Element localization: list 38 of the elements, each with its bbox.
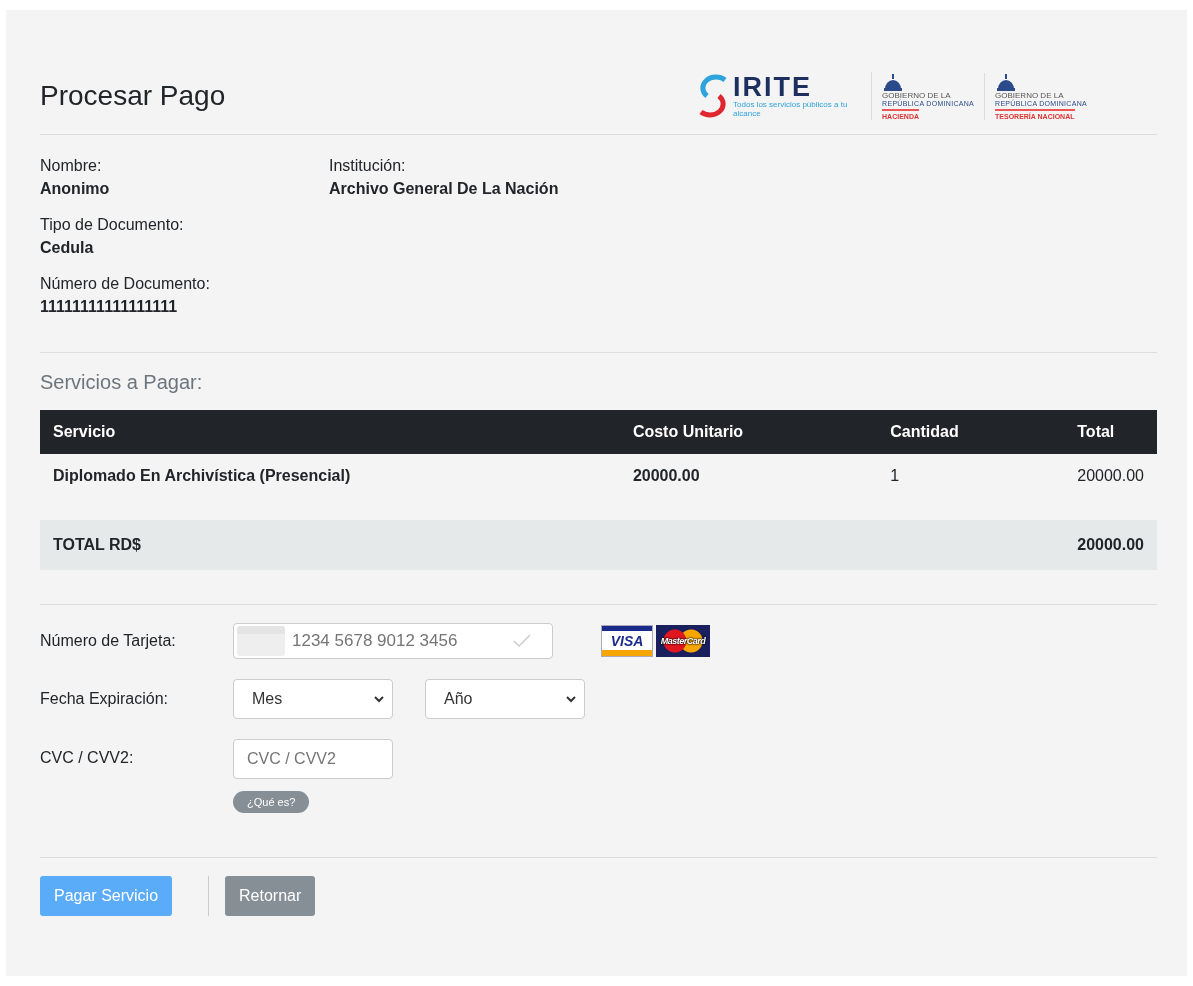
back-button[interactable]: Retornar xyxy=(225,876,316,916)
logo-tagline: Todos los servicios públicos a tu alcance xyxy=(733,100,849,119)
logo-name: IRITE xyxy=(733,73,814,101)
page-title: Procesar Pago xyxy=(40,80,226,112)
chevron-icon xyxy=(374,695,384,703)
field-label: Nombre: xyxy=(40,157,103,175)
field-label: Número de Documento: xyxy=(40,275,211,293)
visa-logo: VISA xyxy=(601,625,653,657)
table-cell: 20000.00 xyxy=(1064,454,1157,510)
card-icon xyxy=(237,626,285,656)
logo-text: GOBIERNO DE LA xyxy=(995,90,1065,100)
table-cell: 20000.00 xyxy=(619,454,878,510)
month-select[interactable]: Mes xyxy=(233,679,393,719)
field-label: Institución: xyxy=(329,157,407,175)
cvc-field[interactable]: CVC / CVV2 xyxy=(233,739,393,779)
table-cell: Diplomado En Archivística (Presencial) xyxy=(40,454,620,510)
check-icon xyxy=(513,634,531,648)
field-value: Cedula xyxy=(40,239,95,257)
column-header: Costo Unitario xyxy=(619,410,878,454)
chevron-icon xyxy=(566,695,576,703)
year-select[interactable]: Año xyxy=(425,679,585,719)
logo-text: GOBIERNO DE LA xyxy=(882,90,952,100)
column-header: Cantidad xyxy=(877,410,1065,454)
pay-button[interactable]: Pagar Servicio xyxy=(40,876,173,916)
field-value: 11111111111111111 xyxy=(40,298,179,316)
column-header: Total xyxy=(1064,410,1157,454)
field-label: Fecha Expiración: xyxy=(40,690,170,708)
help-button[interactable]: ¿Qué es? xyxy=(233,791,310,813)
dome-icon xyxy=(882,72,905,91)
field-value: Anonimo xyxy=(40,180,111,198)
field-label: Tipo de Documento: xyxy=(40,216,185,234)
dome-icon xyxy=(995,72,1018,91)
field-value: Archivo General De La Nación xyxy=(329,180,560,198)
field-label: Número de Tarjeta: xyxy=(40,632,177,650)
column-header: Servicio xyxy=(40,410,620,454)
table-cell: 1 xyxy=(877,454,1065,510)
field-label: CVC / CVV2: xyxy=(40,749,135,767)
section-heading: Servicios a Pagar: xyxy=(40,371,204,394)
